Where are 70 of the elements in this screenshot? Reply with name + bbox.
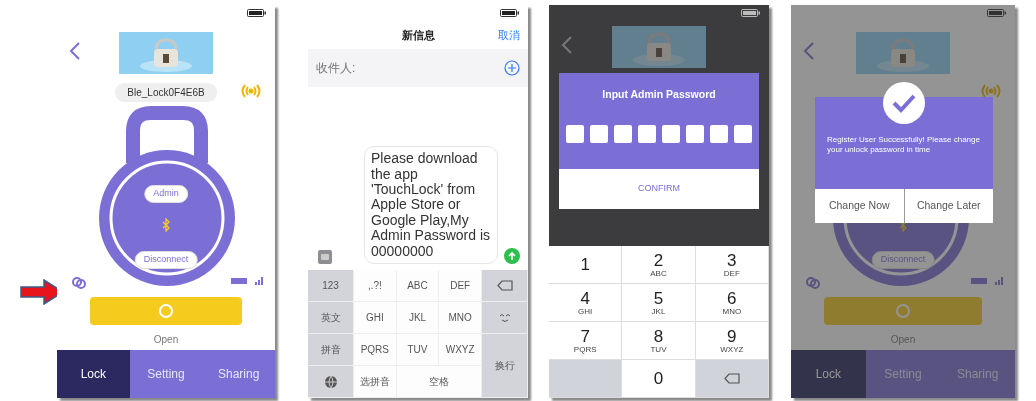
digit-key[interactable]: 6 MNO (695, 284, 769, 322)
code-box[interactable] (662, 124, 680, 143)
battery-icon (741, 9, 761, 17)
back-icon[interactable] (561, 35, 573, 55)
tab[interactable]: Lock (57, 350, 130, 398)
confirm-button[interactable]: CONFIRM (559, 169, 759, 209)
key[interactable]: 选拼音 (354, 366, 397, 398)
globe-key[interactable] (308, 366, 354, 398)
code-box[interactable] (566, 124, 584, 143)
key[interactable]: 123 (308, 270, 354, 302)
digit-key[interactable]: 4 GHI (549, 284, 623, 322)
device-name: Ble_Lock0F4E6B (115, 82, 217, 102)
digit-key[interactable]: 2 ABC (622, 246, 696, 284)
cancel-button[interactable]: 取消 (498, 26, 520, 44)
key[interactable]: MNO (439, 302, 482, 334)
add-icon[interactable] (504, 60, 520, 76)
message-text: Please download the app 'TouchLock' from Apple Store or Google Play,My Admin Password is 00000000 (364, 146, 498, 264)
code-box[interactable] (638, 124, 656, 143)
open-label: Open (889, 333, 917, 346)
key[interactable]: 英文 (308, 302, 354, 334)
key[interactable]: TUV (396, 334, 440, 366)
link-icon[interactable] (806, 277, 820, 289)
digit-key[interactable]: 5 JKL (622, 284, 696, 322)
smiley-icon (498, 312, 511, 323)
code-box[interactable] (710, 124, 728, 143)
recipient-field[interactable]: 收件人: (316, 59, 416, 77)
code-box[interactable] (590, 124, 608, 143)
signal-icon (979, 83, 1003, 99)
screen-title: 新信息 (401, 27, 435, 43)
digit-key[interactable]: 9 WXYZ (695, 322, 769, 360)
backspace-icon (723, 373, 740, 384)
globe-icon (323, 374, 338, 389)
key[interactable]: WXYZ (439, 334, 482, 366)
battery-icon (987, 9, 1007, 17)
backspace-icon (496, 280, 513, 291)
tab[interactable]: Lock (791, 350, 866, 398)
dialog-title: Input Admin Password (602, 87, 716, 102)
digit-key[interactable]: 7 PQRS (549, 322, 623, 360)
key[interactable]: PQRS (354, 334, 397, 366)
open-label: Open (152, 333, 180, 346)
back-icon[interactable] (803, 41, 815, 61)
tab[interactable]: Sharing (202, 350, 275, 398)
backspace-key[interactable] (482, 270, 528, 302)
bluetooth-icon (162, 218, 170, 232)
code-box[interactable] (686, 124, 704, 143)
signal-icon (239, 83, 263, 99)
return-key[interactable]: 换行 (482, 334, 528, 398)
digit-key[interactable]: 0 (622, 360, 696, 398)
back-icon[interactable] (69, 41, 81, 61)
admin-button[interactable]: Admin (144, 185, 188, 203)
battery-icon (247, 9, 267, 17)
key[interactable]: ABC (396, 270, 440, 302)
key[interactable]: ,.?! (354, 270, 397, 302)
digit-key[interactable]: 3 DEF (695, 246, 769, 284)
key[interactable]: 拼音 (308, 334, 354, 366)
backspace-key[interactable] (695, 360, 769, 398)
camera-icon[interactable] (318, 250, 332, 264)
digit-key[interactable]: 1 (549, 246, 623, 284)
send-icon[interactable] (504, 248, 520, 264)
dialog-message: Register User Successfully! Please change your unlock password in time (827, 135, 981, 156)
digit-key[interactable]: 8 TUV (622, 322, 696, 360)
key[interactable]: GHI (354, 302, 397, 334)
disconnect-button[interactable]: Disconnect (134, 251, 198, 269)
code-box[interactable] (734, 124, 752, 143)
battery-icon (500, 9, 520, 17)
code-box[interactable] (614, 124, 632, 143)
space-key[interactable]: 空格 (396, 366, 482, 398)
link-icon[interactable] (72, 277, 86, 289)
key[interactable]: JKL (396, 302, 440, 334)
key[interactable]: DEF (439, 270, 482, 302)
